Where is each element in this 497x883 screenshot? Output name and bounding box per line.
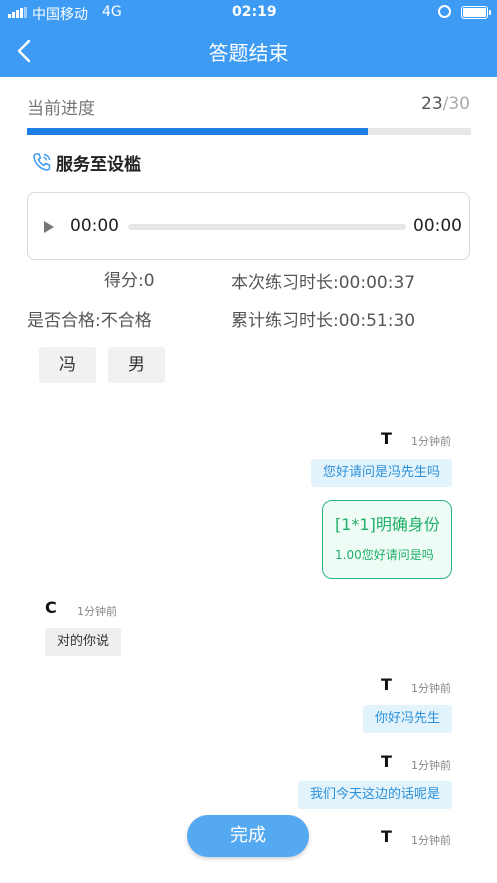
speaker-label: T <box>381 827 392 846</box>
message-time: 1分钟前 <box>411 759 451 772</box>
progress-total: /30 <box>442 94 470 114</box>
message-bubble: 我们今天这边的话呢是 <box>297 781 452 809</box>
speaker-label: T <box>381 752 392 771</box>
progress-count: 23/30 <box>421 94 470 114</box>
status-bar: 中国移动 4G 02:19 <box>0 0 497 26</box>
progress-label: 当前进度 <box>27 99 95 119</box>
orientation-lock-icon <box>438 5 451 18</box>
audio-player: 00:00 00:00 <box>27 192 470 260</box>
audio-current-time: 00:00 <box>70 216 119 236</box>
evaluation-score: 1.00您好请问是吗 <box>335 548 434 562</box>
speaker-label: T <box>381 429 392 448</box>
speaker-label: C <box>45 598 57 617</box>
progress-current: 23 <box>421 94 443 114</box>
top-bar: 中国移动 4G 02:19 答题结束 <box>0 0 497 77</box>
finish-button[interactable]: 完成 <box>187 815 309 857</box>
progress-bar <box>27 128 471 135</box>
phone-icon <box>33 153 51 171</box>
audio-seek-bar[interactable] <box>128 224 406 230</box>
message-bubble: 你好冯先生 <box>362 705 452 733</box>
score-text: 得分:0 <box>104 271 155 291</box>
tag-gender: 男 <box>108 347 165 383</box>
pass-status: 是否合格:不合格 <box>27 311 152 331</box>
play-icon[interactable] <box>44 221 54 233</box>
message-bubble: 对的你说 <box>45 628 122 656</box>
speaker-label: T <box>381 675 392 694</box>
message-time: 1分钟前 <box>411 834 451 847</box>
carrier-name: 中国移动 <box>32 7 88 23</box>
evaluation-card: [1*1]明确身份 1.00您好请问是吗 <box>322 500 452 579</box>
clock: 02:19 <box>232 4 277 20</box>
scenario-title: 服务至设槛 <box>56 154 141 175</box>
progress-fill <box>27 128 368 135</box>
signal-icon <box>8 7 28 18</box>
evaluation-title: [1*1]明确身份 <box>335 515 440 534</box>
message-bubble: 您好请问是冯先生吗 <box>310 459 452 487</box>
total-duration: 累计练习时长:00:51:30 <box>231 311 416 331</box>
battery-icon <box>461 6 491 19</box>
scenario-header: 服务至设槛 <box>32 149 141 175</box>
message-time: 1分钟前 <box>411 682 451 695</box>
message-time: 1分钟前 <box>77 605 117 618</box>
audio-duration: 00:00 <box>413 216 462 236</box>
page-title: 答题结束 <box>208 41 289 65</box>
network-type: 4G <box>102 4 122 20</box>
session-duration: 本次练习时长:00:00:37 <box>231 273 416 293</box>
tag-name: 冯 <box>39 347 96 383</box>
message-time: 1分钟前 <box>411 435 451 448</box>
